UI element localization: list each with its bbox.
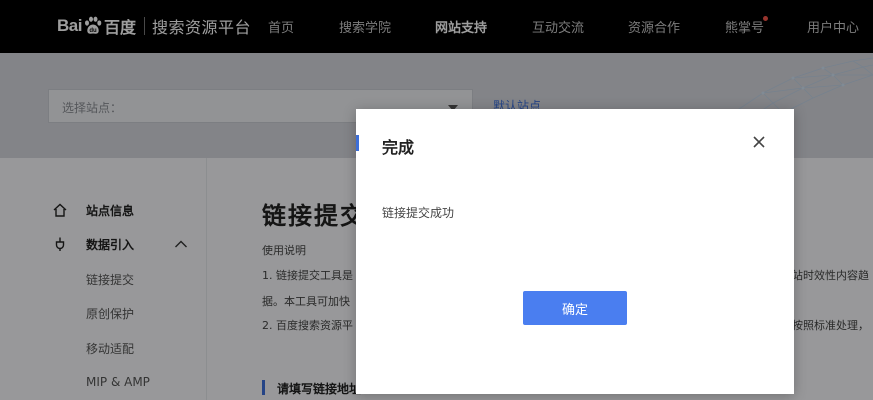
dialog-title: 完成 xyxy=(382,138,415,157)
dialog-accent-bar xyxy=(356,135,359,151)
dialog-message: 链接提交成功 xyxy=(382,206,455,220)
confirm-button[interactable]: 确定 xyxy=(523,291,627,325)
success-dialog: 完成 链接提交成功 确定 xyxy=(356,109,794,394)
close-icon[interactable] xyxy=(751,134,767,150)
